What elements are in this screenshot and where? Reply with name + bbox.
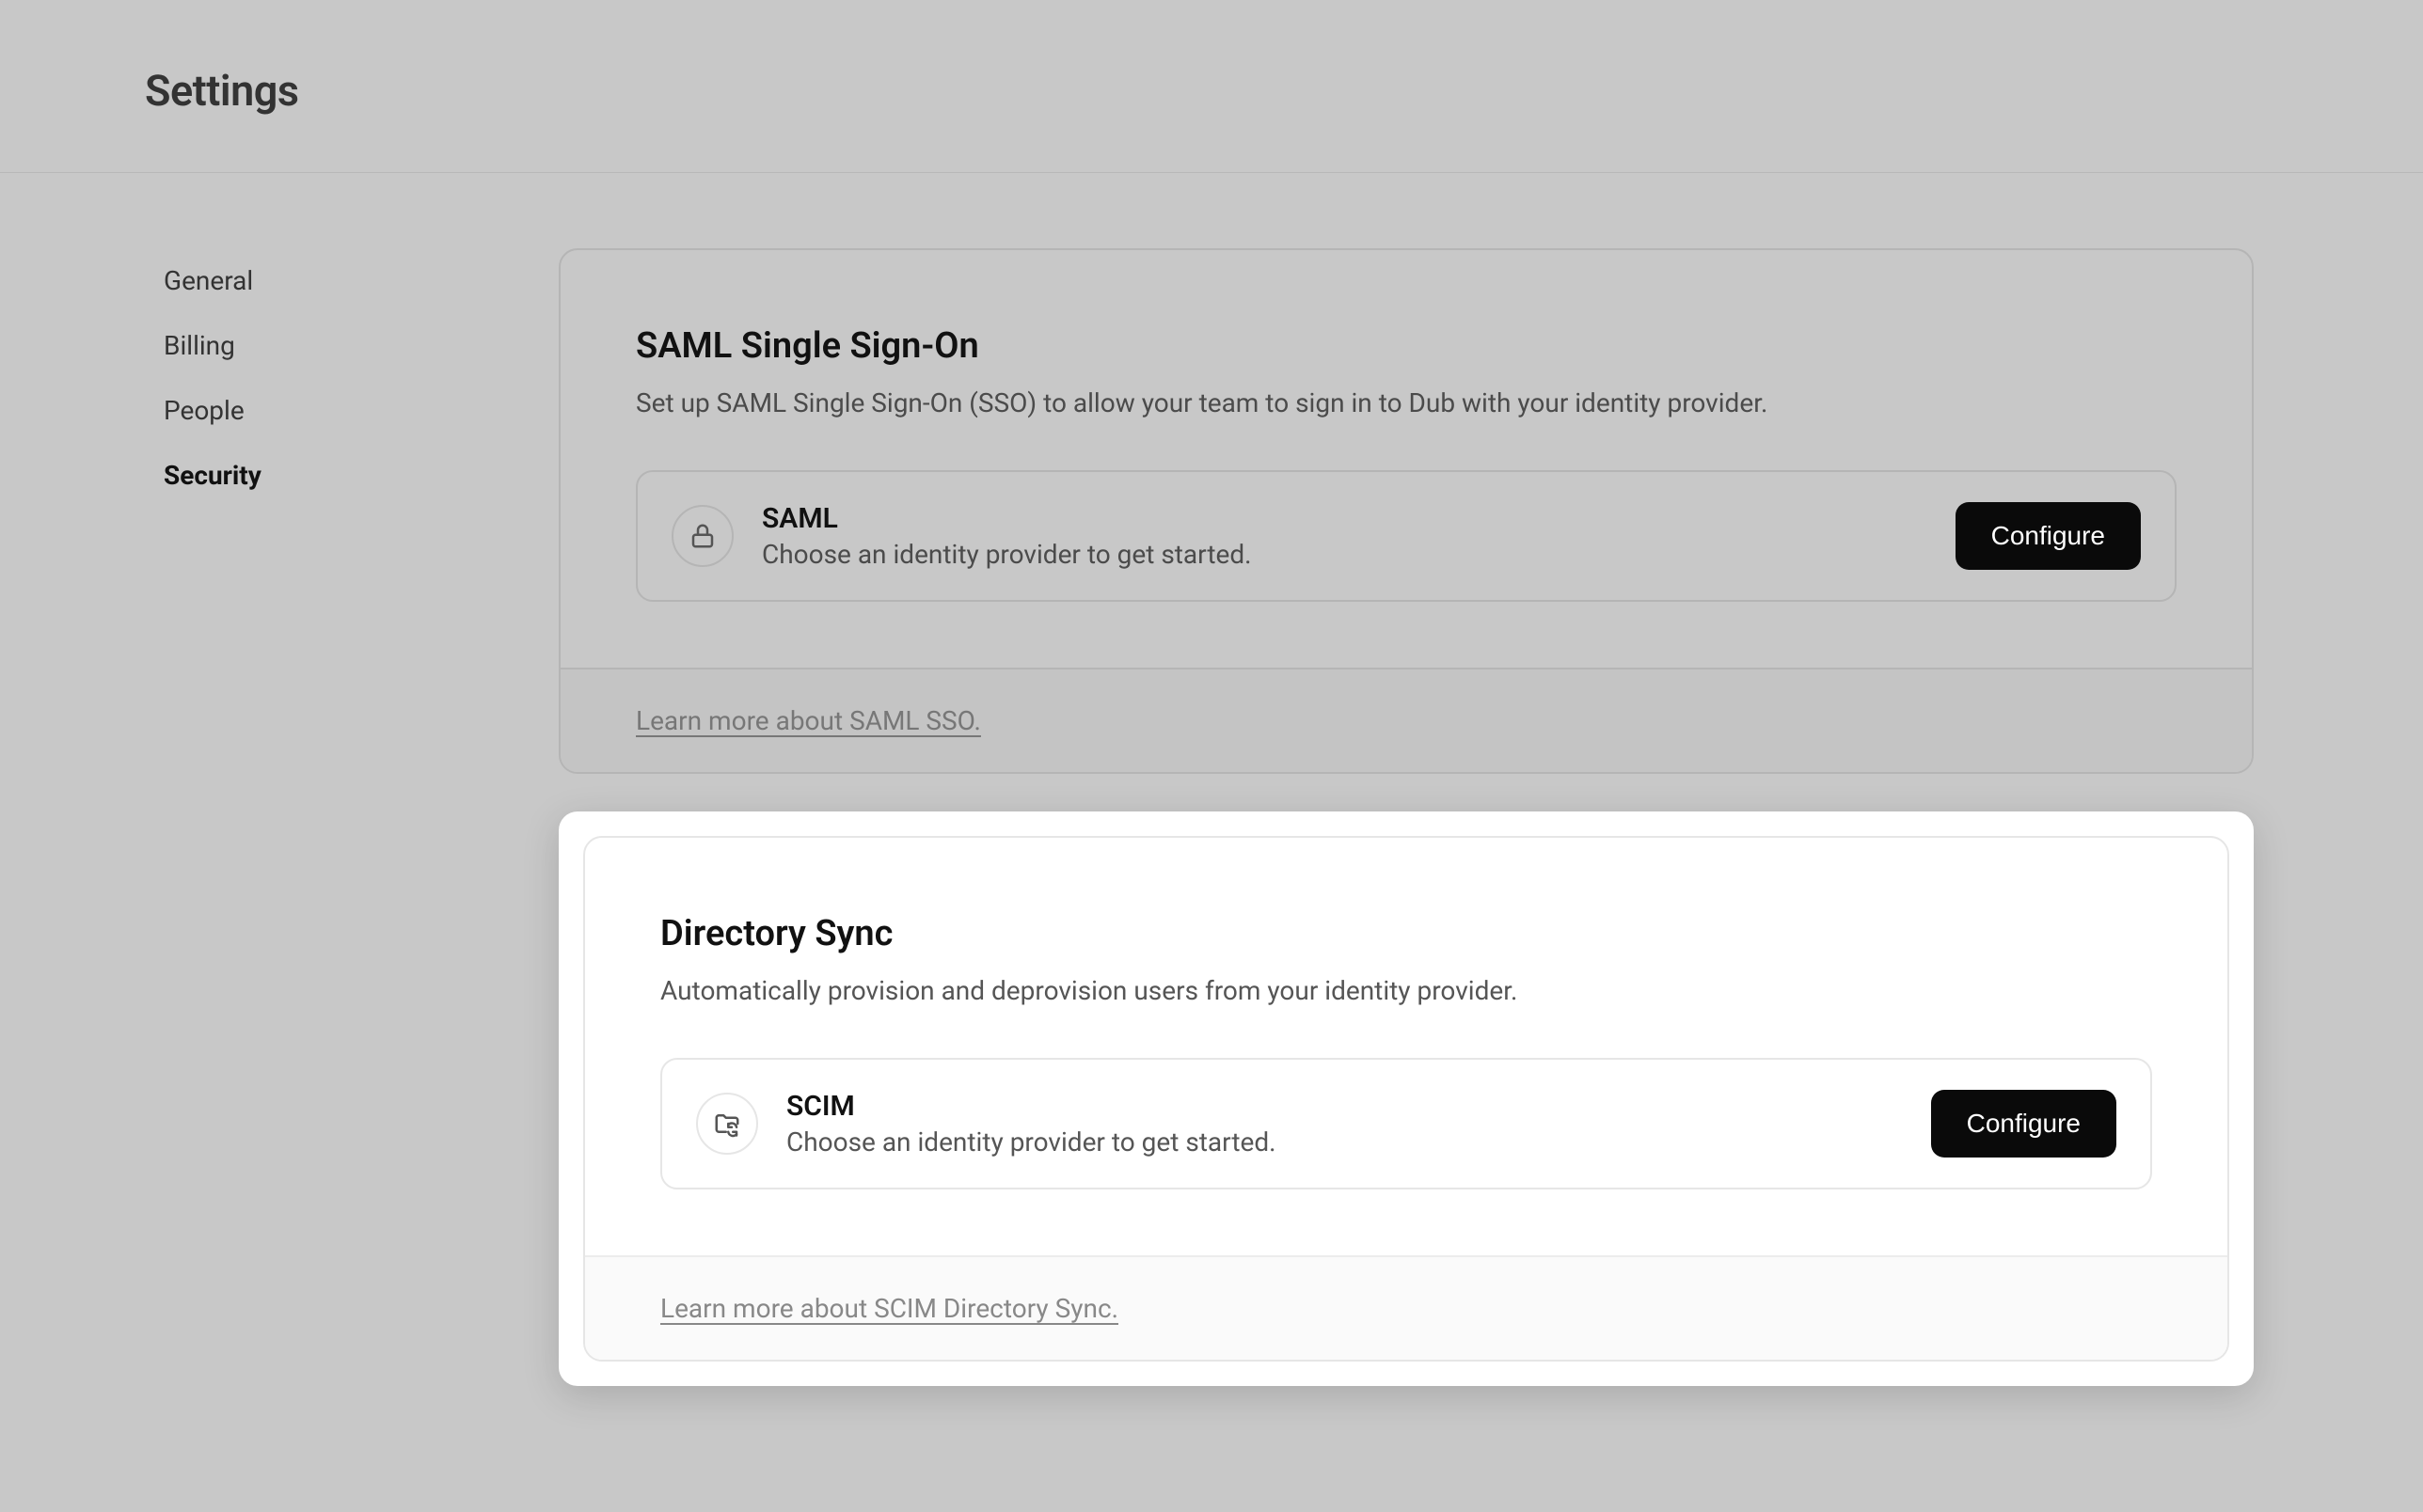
saml-row-title: SAML	[762, 502, 1927, 535]
directory-sync-highlight: Directory Sync Automatically provision a…	[559, 811, 2254, 1386]
saml-configure-button[interactable]: Configure	[1956, 502, 2141, 570]
sidebar-item-label: General	[164, 265, 253, 296]
lock-icon	[672, 505, 734, 567]
directory-sync-panel: Directory Sync Automatically provision a…	[583, 836, 2229, 1362]
sidebar-item-general[interactable]: General	[145, 248, 559, 313]
page-header: Settings	[0, 0, 2423, 173]
directory-sync-panel-body: Directory Sync Automatically provision a…	[585, 838, 2227, 1255]
scim-row-sub: Choose an identity provider to get start…	[786, 1126, 1903, 1158]
saml-panel-body: SAML Single Sign-On Set up SAML Single S…	[561, 250, 2252, 668]
page-title: Settings	[145, 66, 2423, 116]
directory-sync-panel-footer: Learn more about SCIM Directory Sync.	[585, 1255, 2227, 1360]
sidebar-item-label: Billing	[164, 330, 235, 361]
directory-sync-title: Directory Sync	[660, 913, 2152, 954]
scim-row-title: SCIM	[786, 1090, 1903, 1123]
directory-sync-description: Automatically provision and deprovision …	[660, 975, 2152, 1006]
saml-panel-footer: Learn more about SAML SSO.	[561, 668, 2252, 772]
saml-row-sub: Choose an identity provider to get start…	[762, 539, 1927, 570]
sidebar-item-security[interactable]: Security	[145, 443, 559, 508]
sidebar-item-label: Security	[164, 460, 261, 491]
main-layout: General Billing People Security SAML Sin…	[0, 173, 2423, 1386]
scim-row: SCIM Choose an identity provider to get …	[660, 1058, 2152, 1189]
sidebar-item-billing[interactable]: Billing	[145, 313, 559, 378]
sidebar-item-label: People	[164, 395, 245, 426]
settings-content: SAML Single Sign-On Set up SAML Single S…	[559, 248, 2423, 1386]
scim-row-text: SCIM Choose an identity provider to get …	[786, 1090, 1903, 1158]
saml-description: Set up SAML Single Sign-On (SSO) to allo…	[636, 387, 2177, 418]
scim-learn-more-link[interactable]: Learn more about SCIM Directory Sync.	[660, 1293, 1118, 1324]
settings-sidebar: General Billing People Security	[145, 248, 559, 1386]
saml-title: SAML Single Sign-On	[636, 325, 2177, 367]
sidebar-item-people[interactable]: People	[145, 378, 559, 443]
saml-panel: SAML Single Sign-On Set up SAML Single S…	[559, 248, 2254, 774]
folder-sync-icon	[696, 1093, 758, 1155]
saml-row-text: SAML Choose an identity provider to get …	[762, 502, 1927, 570]
saml-learn-more-link[interactable]: Learn more about SAML SSO.	[636, 705, 981, 736]
scim-configure-button[interactable]: Configure	[1931, 1090, 2116, 1158]
saml-row: SAML Choose an identity provider to get …	[636, 470, 2177, 602]
